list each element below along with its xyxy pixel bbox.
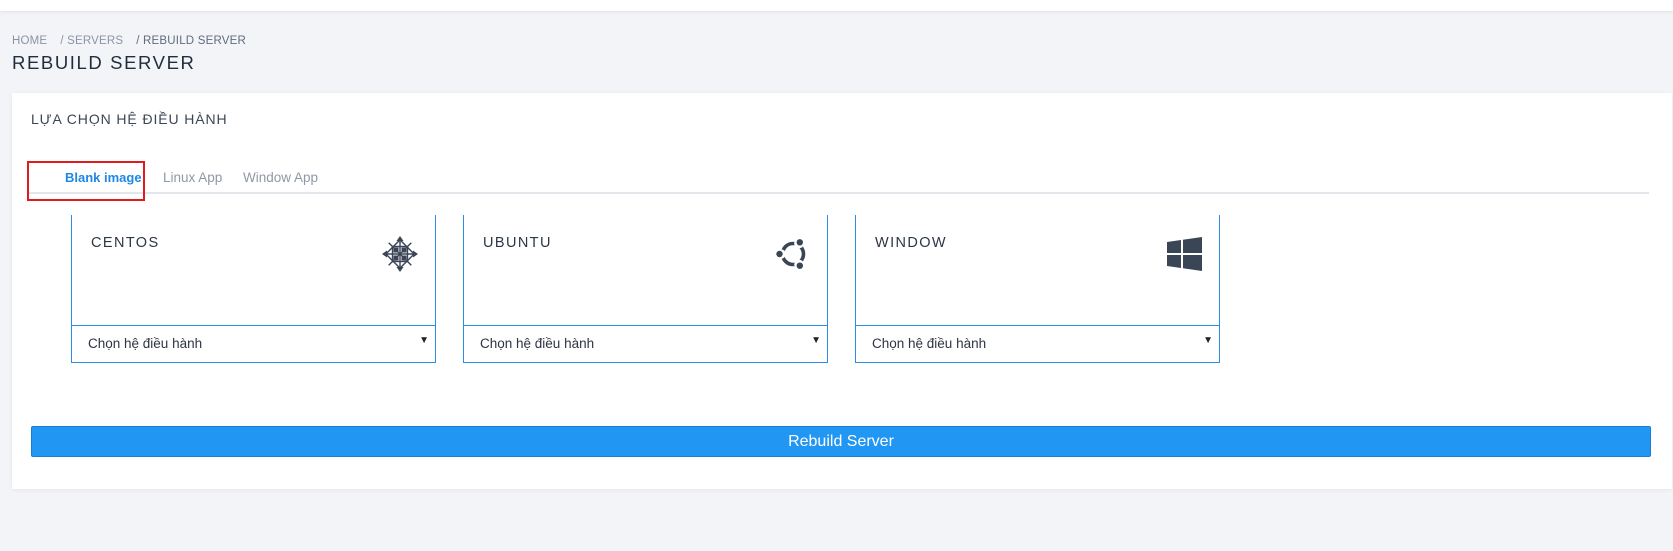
chevron-down-icon: ▼ <box>811 335 821 346</box>
os-select-ubuntu-value: Chọn hệ điều hành <box>480 336 595 351</box>
os-select-centos[interactable]: Chọn hệ điều hành ▼ <box>71 325 436 363</box>
os-select-window[interactable]: Chọn hệ điều hành ▼ <box>855 325 1220 363</box>
chevron-down-icon: ▼ <box>1203 335 1213 346</box>
tab-window-app[interactable]: Window App <box>243 161 318 194</box>
tab-highlight-box <box>27 161 145 201</box>
breadcrumb-home[interactable]: HOME <box>12 35 47 47</box>
windows-icon <box>1167 237 1202 271</box>
os-select-centos-value: Chọn hệ điều hành <box>88 336 203 351</box>
breadcrumb-servers[interactable]: / SERVERS <box>60 35 123 47</box>
page-title: REBUILD SERVER <box>12 52 196 73</box>
centos-icon <box>382 236 418 272</box>
rebuild-server-button[interactable]: Rebuild Server <box>31 426 1651 457</box>
os-name-centos: CENTOS <box>91 235 160 251</box>
os-select-window-value: Chọn hệ điều hành <box>872 336 987 351</box>
os-name-window: WINDOW <box>875 235 948 251</box>
top-header-bar <box>0 0 1673 11</box>
os-select-ubuntu[interactable]: Chọn hệ điều hành ▼ <box>463 325 828 363</box>
os-tabs: Blank image Linux App Window App <box>29 161 1649 194</box>
tab-linux-app[interactable]: Linux App <box>163 161 222 194</box>
chevron-down-icon: ▼ <box>419 335 429 346</box>
breadcrumb: HOME / SERVERS / REBUILD SERVER <box>12 35 246 47</box>
breadcrumb-current: / REBUILD SERVER <box>136 35 246 47</box>
os-name-ubuntu: UBUNTU <box>483 235 552 251</box>
os-card-window[interactable]: WINDOW Chọn hệ điều hành ▼ <box>855 215 1220 363</box>
os-card-centos[interactable]: CENTOS Chọn hệ điều hành ▼ <box>71 215 436 363</box>
os-card-ubuntu[interactable]: UBUNTU Chọn hệ điều hành ▼ <box>463 215 828 363</box>
card-title: LỰA CHỌN HỆ ĐIỀU HÀNH <box>31 111 228 127</box>
ubuntu-icon <box>776 238 806 270</box>
